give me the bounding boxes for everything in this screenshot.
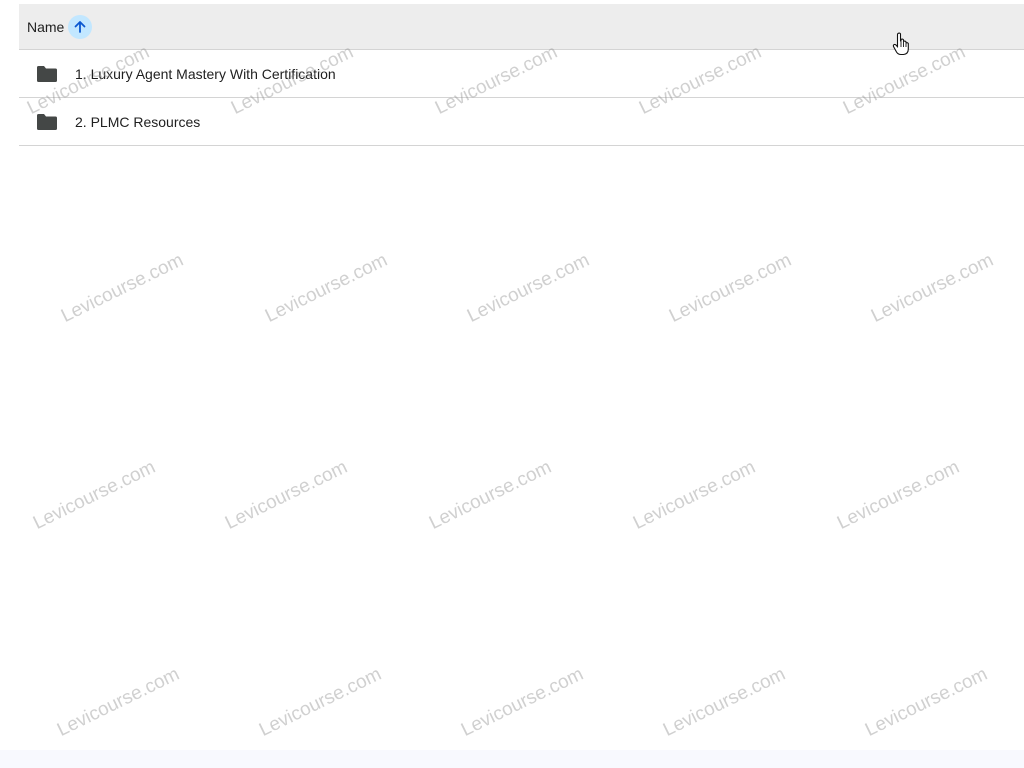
arrow-up-icon xyxy=(74,20,86,33)
watermark: Levicourse.com xyxy=(222,456,351,534)
watermark: Levicourse.com xyxy=(834,456,963,534)
list-item[interactable]: 2. PLMC Resources xyxy=(19,98,1024,146)
watermark: Levicourse.com xyxy=(54,663,183,741)
watermark: Levicourse.com xyxy=(262,249,391,327)
bottom-strip xyxy=(0,750,1024,768)
watermark: Levicourse.com xyxy=(660,663,789,741)
watermark: Levicourse.com xyxy=(868,249,997,327)
drive-folder-view: Name 1. Luxury Agent Mastery With Certif… xyxy=(0,0,1024,768)
name-column-label: Name xyxy=(27,18,65,35)
watermark: Levicourse.com xyxy=(666,249,795,327)
folder-icon xyxy=(36,113,58,131)
file-list: Name 1. Luxury Agent Mastery With Certif… xyxy=(19,4,1024,146)
watermark: Levicourse.com xyxy=(58,249,187,327)
list-item[interactable]: 1. Luxury Agent Mastery With Certificati… xyxy=(19,50,1024,98)
folder-name: 2. PLMC Resources xyxy=(75,113,201,130)
watermark: Levicourse.com xyxy=(256,663,385,741)
sort-ascending-button[interactable] xyxy=(68,14,93,39)
watermark: Levicourse.com xyxy=(862,663,991,741)
folder-icon xyxy=(36,65,58,83)
watermark: Levicourse.com xyxy=(426,456,555,534)
watermark: Levicourse.com xyxy=(630,456,759,534)
watermark: Levicourse.com xyxy=(30,456,159,534)
watermark: Levicourse.com xyxy=(458,663,587,741)
watermark: Levicourse.com xyxy=(464,249,593,327)
folder-name: 1. Luxury Agent Mastery With Certificati… xyxy=(75,65,336,82)
name-column-header[interactable]: Name xyxy=(27,14,93,39)
list-header: Name xyxy=(19,4,1024,50)
hand-cursor-icon xyxy=(892,32,909,56)
